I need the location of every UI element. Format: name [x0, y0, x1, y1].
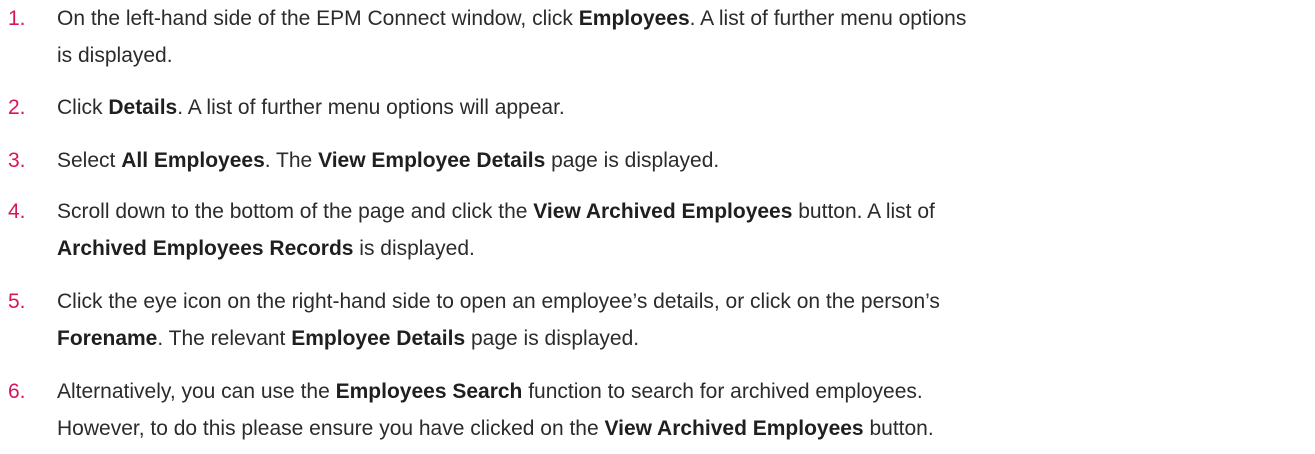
step-text-run: . A list of further menu options will ap…: [177, 96, 565, 119]
bold-ui-term: View Archived Employees: [604, 417, 864, 440]
step-text-run: Click: [57, 96, 109, 119]
step-text-run: Click the eye icon on the right-hand sid…: [57, 290, 940, 313]
bold-ui-term: Employees Search: [335, 380, 523, 403]
step-text-run: page is displayed.: [465, 327, 640, 350]
step-text: Scroll down to the bottom of the page an…: [57, 193, 1307, 267]
step-text: Select All Employees. The View Employee …: [57, 142, 1307, 179]
bold-ui-term: View Employee Details: [318, 149, 546, 172]
bold-ui-term: All Employees: [121, 149, 265, 172]
step-text-run: page is displayed.: [545, 149, 720, 172]
step-text: Click Details. A list of further menu op…: [57, 89, 1307, 126]
step-text: Click the eye icon on the right-hand sid…: [57, 283, 1307, 357]
step-text-run: Select: [57, 149, 122, 172]
step-text-run: is displayed.: [57, 44, 173, 67]
bold-ui-term: Forename: [57, 327, 158, 350]
step-text-run: On the left-hand side of the EPM Connect…: [57, 7, 579, 30]
bold-ui-term: View Archived Employees: [533, 200, 793, 223]
step-text-run: button.: [863, 417, 934, 440]
step-text-run: function to search for archived employee…: [522, 380, 923, 403]
step-text-run: . A list of further menu options: [689, 7, 967, 30]
bold-ui-term: Employee Details: [291, 327, 466, 350]
step-number: 3.: [8, 149, 26, 172]
step-number: 4.: [8, 200, 26, 223]
step-number: 5.: [8, 290, 26, 313]
step-text-run: Alternatively, you can use the: [57, 380, 336, 403]
step-text-run: . The: [264, 149, 319, 172]
step-text-run: is displayed.: [353, 237, 475, 260]
bold-ui-term: Archived Employees Records: [57, 237, 354, 260]
step-text: On the left-hand side of the EPM Connect…: [57, 0, 1307, 74]
step-text-run: Scroll down to the bottom of the page an…: [57, 200, 534, 223]
step-number: 1.: [8, 7, 26, 30]
step-text: Alternatively, you can use the Employees…: [57, 373, 1307, 447]
step-text-run: button. A list of: [792, 200, 935, 223]
bold-ui-term: Employees: [578, 7, 690, 30]
bold-ui-term: Details: [108, 96, 178, 119]
step-text-run: However, to do this please ensure you ha…: [57, 417, 605, 440]
step-number: 2.: [8, 96, 26, 119]
step-text-run: . The relevant: [157, 327, 292, 350]
step-number: 6.: [8, 380, 26, 403]
